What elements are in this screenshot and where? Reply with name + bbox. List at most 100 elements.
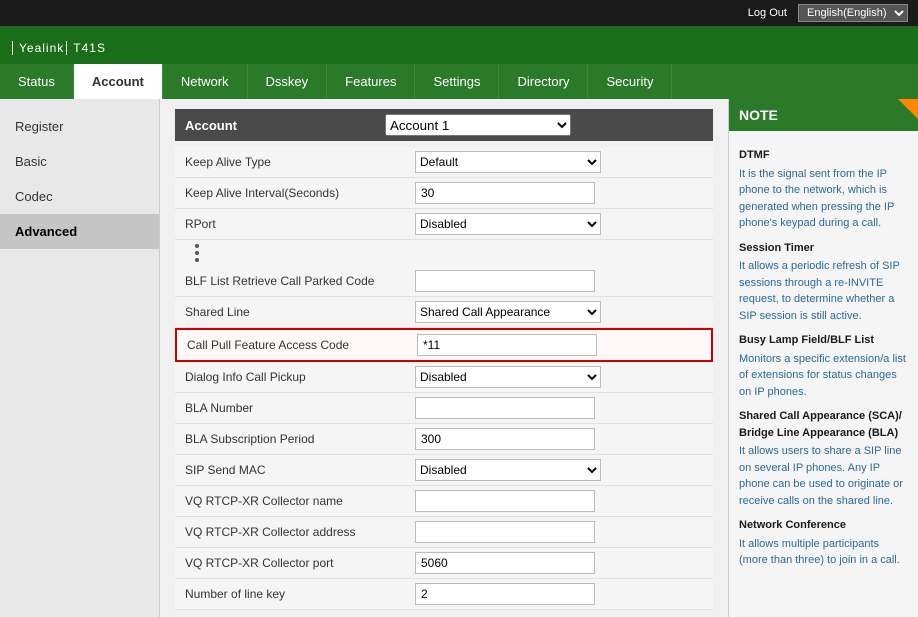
note-sca-title: Shared Call Appearance (SCA)/ Bridge Lin…: [739, 408, 908, 441]
select-keep-alive-type[interactable]: Default Option60: [415, 151, 601, 173]
label-line-key: Number of line key: [175, 587, 415, 601]
select-rport[interactable]: Disabled Enabled: [415, 213, 601, 235]
account-header-row: Account Account 1 Account 2 Account 3: [175, 109, 713, 141]
logout-link[interactable]: Log Out: [748, 7, 787, 19]
input-bla-subscription[interactable]: [415, 428, 595, 450]
control-vq-address: [415, 521, 713, 543]
form-row-keep-alive-interval: Keep Alive Interval(Seconds): [175, 178, 713, 209]
note-dtmf-title: DTMF: [739, 147, 908, 164]
form-row-line-key: Number of line key: [175, 579, 713, 610]
form-row-blf-list: BLF List Retrieve Call Parked Code: [175, 266, 713, 297]
sidebar-item-register[interactable]: Register: [0, 109, 159, 144]
label-keep-alive-type: Keep Alive Type: [175, 155, 415, 169]
nav-bar: Status Account Network Dsskey Features S…: [0, 64, 918, 99]
label-keep-alive-interval: Keep Alive Interval(Seconds): [175, 186, 415, 200]
nav-settings[interactable]: Settings: [415, 64, 499, 99]
note-sca-text: It allows users to share a SIP line on s…: [739, 443, 908, 509]
control-blf-list: [415, 270, 713, 292]
header: YealinkT41S: [0, 26, 918, 64]
label-blf-list: BLF List Retrieve Call Parked Code: [175, 274, 415, 288]
note-blf-title: Busy Lamp Field/BLF List: [739, 332, 908, 349]
input-blf-list[interactable]: [415, 270, 595, 292]
note-header: NOTE: [729, 99, 918, 131]
nav-features[interactable]: Features: [327, 64, 415, 99]
nav-dsskey[interactable]: Dsskey: [248, 64, 328, 99]
label-vq-name: VQ RTCP-XR Collector name: [175, 494, 415, 508]
form-row-bla-number: BLA Number: [175, 393, 713, 424]
form-row-shared-line: Shared Line Shared Call Appearance BLA: [175, 297, 713, 328]
input-vq-port[interactable]: [415, 552, 595, 574]
control-vq-name: [415, 490, 713, 512]
form-row-bla-subscription: BLA Subscription Period: [175, 424, 713, 455]
control-dialog-info: Disabled Enabled: [415, 366, 713, 388]
logo: YealinkT41S: [10, 32, 106, 58]
dot3: [195, 258, 199, 262]
dot1: [195, 244, 199, 248]
label-shared-line: Shared Line: [175, 305, 415, 319]
note-nc-text: It allows multiple participants (more th…: [739, 536, 908, 569]
dot2: [195, 251, 199, 255]
sidebar-item-codec[interactable]: Codec: [0, 179, 159, 214]
input-vq-address[interactable]: [415, 521, 595, 543]
nav-network[interactable]: Network: [163, 64, 248, 99]
form-row-rport: RPort Disabled Enabled: [175, 209, 713, 240]
input-vq-name[interactable]: [415, 490, 595, 512]
select-shared-line[interactable]: Shared Call Appearance BLA: [415, 301, 601, 323]
brand-name: Yealink: [12, 41, 64, 55]
select-dialog-info[interactable]: Disabled Enabled: [415, 366, 601, 388]
account-select[interactable]: Account 1 Account 2 Account 3: [385, 114, 571, 136]
top-bar: Log Out English(English): [0, 0, 918, 26]
form-row-call-pull: Call Pull Feature Access Code: [175, 328, 713, 362]
input-bla-number[interactable]: [415, 397, 595, 419]
nav-account[interactable]: Account: [74, 64, 163, 99]
content-area: Account Account 1 Account 2 Account 3 Ke…: [160, 99, 728, 617]
nav-security[interactable]: Security: [588, 64, 672, 99]
form-row-vq-address: VQ RTCP-XR Collector address: [175, 517, 713, 548]
label-vq-address: VQ RTCP-XR Collector address: [175, 525, 415, 539]
form-row-dialog-info: Dialog Info Call Pickup Disabled Enabled: [175, 362, 713, 393]
model-name: T41S: [66, 41, 106, 55]
control-call-pull: [417, 334, 711, 356]
form-row-sip-send-mac: SIP Send MAC Disabled Enabled: [175, 455, 713, 486]
note-blf-text: Monitors a specific extension/a list of …: [739, 351, 908, 401]
control-rport: Disabled Enabled: [415, 213, 713, 235]
label-sip-send-mac: SIP Send MAC: [175, 463, 415, 477]
control-sip-send-mac: Disabled Enabled: [415, 459, 713, 481]
nav-directory[interactable]: Directory: [499, 64, 588, 99]
main-layout: Register Basic Codec Advanced Account Ac…: [0, 99, 918, 617]
form-row-vq-name: VQ RTCP-XR Collector name: [175, 486, 713, 517]
note-session-text: It allows a periodic refresh of SIP sess…: [739, 258, 908, 324]
label-dialog-info: Dialog Info Call Pickup: [175, 370, 415, 384]
note-title: NOTE: [739, 107, 778, 123]
control-shared-line: Shared Call Appearance BLA: [415, 301, 713, 323]
note-session-title: Session Timer: [739, 240, 908, 257]
label-vq-port: VQ RTCP-XR Collector port: [175, 556, 415, 570]
form-row-vq-port: VQ RTCP-XR Collector port: [175, 548, 713, 579]
label-call-pull: Call Pull Feature Access Code: [177, 338, 417, 352]
sidebar: Register Basic Codec Advanced: [0, 99, 160, 617]
sidebar-item-basic[interactable]: Basic: [0, 144, 159, 179]
control-line-key: [415, 583, 713, 605]
control-keep-alive-interval: [415, 182, 713, 204]
note-body: DTMF It is the signal sent from the IP p…: [729, 131, 918, 581]
label-bla-subscription: BLA Subscription Period: [175, 432, 415, 446]
input-line-key[interactable]: [415, 583, 595, 605]
note-panel: NOTE DTMF It is the signal sent from the…: [728, 99, 918, 617]
form-row-keep-alive-type: Keep Alive Type Default Option60: [175, 147, 713, 178]
select-sip-send-mac[interactable]: Disabled Enabled: [415, 459, 601, 481]
control-vq-port: [415, 552, 713, 574]
label-rport: RPort: [175, 217, 415, 231]
nav-status[interactable]: Status: [0, 64, 74, 99]
input-keep-alive-interval[interactable]: [415, 182, 595, 204]
note-nc-title: Network Conference: [739, 517, 908, 534]
dots-separator: [175, 240, 713, 266]
note-dtmf-text: It is the signal sent from the IP phone …: [739, 166, 908, 232]
language-select[interactable]: English(English): [798, 4, 908, 22]
form-section: Keep Alive Type Default Option60 Keep Al…: [175, 147, 713, 610]
input-call-pull[interactable]: [417, 334, 597, 356]
account-field-label: Account: [185, 118, 385, 133]
sidebar-item-advanced[interactable]: Advanced: [0, 214, 159, 249]
label-bla-number: BLA Number: [175, 401, 415, 415]
control-bla-subscription: [415, 428, 713, 450]
control-keep-alive-type: Default Option60: [415, 151, 713, 173]
